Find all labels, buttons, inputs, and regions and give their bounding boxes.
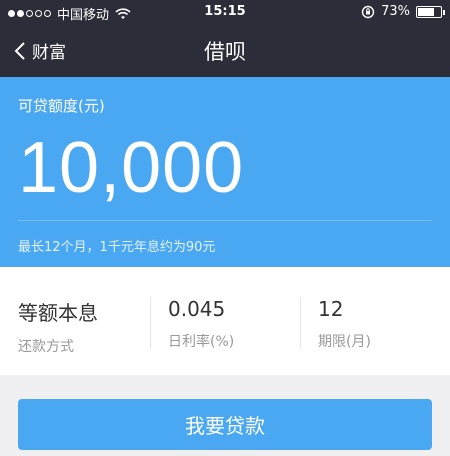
credit-limit-label: 可贷额度(元): [18, 97, 105, 115]
status-bar: 中国移动 15:15 73%: [0, 0, 450, 24]
loan-term-value: 12: [318, 297, 344, 321]
status-right: 73%: [361, 4, 445, 19]
credit-limit-panel: 可贷额度(元) 10,000 最长12个月，1千元年息约为90元: [0, 77, 450, 267]
repayment-method: 等额本息 还款方式: [18, 297, 98, 356]
loan-note: 最长12个月，1千元年息约为90元: [18, 240, 216, 255]
loan-info-panel: 等额本息 还款方式 0.045 日利率(%) 12 期限(月): [0, 267, 450, 375]
daily-rate: 0.045 日利率(%): [168, 297, 234, 351]
daily-rate-value: 0.045: [168, 297, 226, 321]
divider: [150, 297, 151, 349]
credit-limit-amount: 10,000: [18, 128, 245, 208]
daily-rate-label: 日利率(%): [168, 334, 235, 350]
battery-icon: [416, 5, 445, 18]
loan-term: 12 期限(月): [318, 297, 371, 351]
loan-term-label: 期限(月): [318, 334, 371, 350]
divider: [18, 220, 432, 221]
borrow-button[interactable]: 我要贷款: [18, 399, 432, 450]
rotation-lock-icon: [361, 5, 375, 18]
repayment-method-label: 还款方式: [18, 339, 74, 355]
repayment-method-value: 等额本息: [18, 301, 98, 325]
divider: [300, 297, 301, 349]
page-title: 借呗: [204, 40, 246, 64]
battery-percent: 73%: [381, 4, 410, 19]
nav-bar: 财富 借呗: [0, 24, 450, 77]
